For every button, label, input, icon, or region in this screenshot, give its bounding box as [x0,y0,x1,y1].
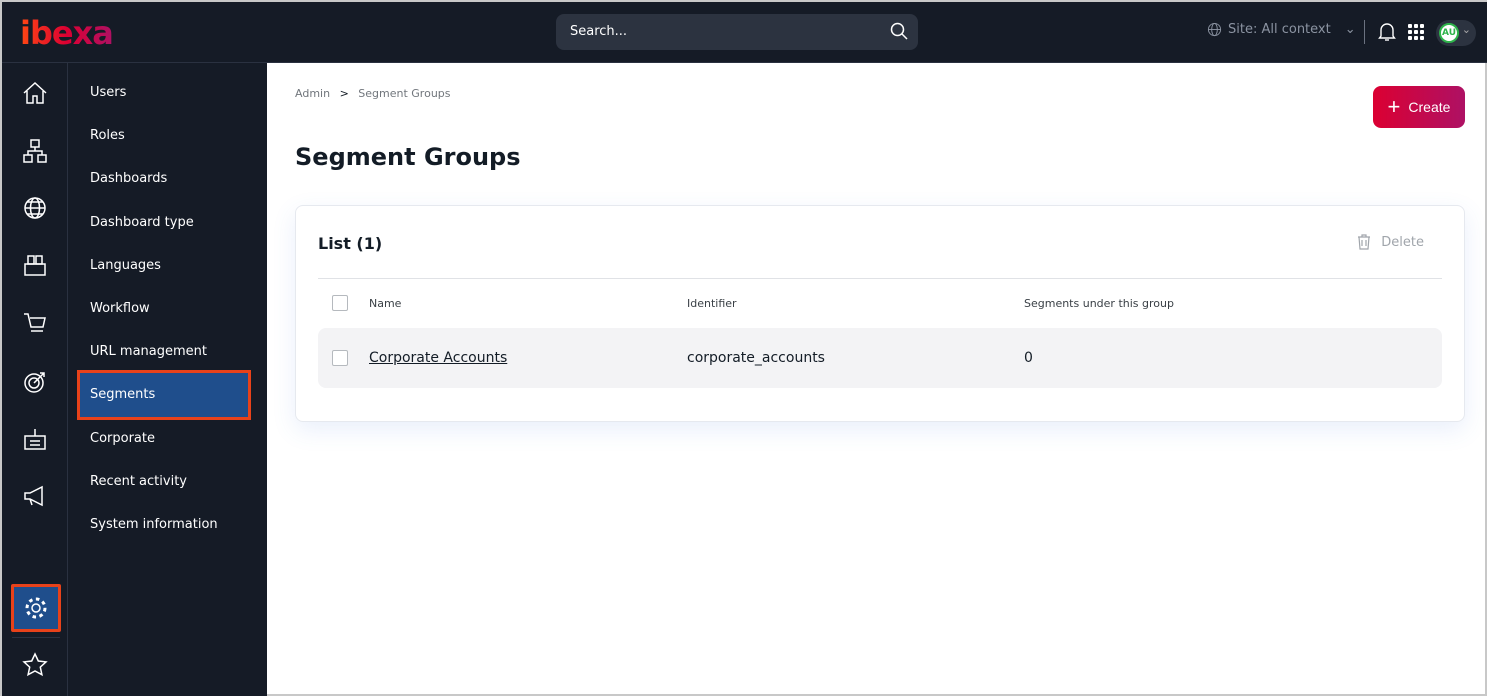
segment-groups-list: List (1) Delete Name Identifier Segments… [295,205,1465,422]
divider [12,637,60,638]
page-title: Segment Groups [295,143,521,171]
list-title: List (1) [318,234,383,253]
gear-icon [25,597,47,619]
trash-icon [1358,234,1371,250]
row-checkbox[interactable] [332,350,348,366]
submenu-item-corporate[interactable]: Corporate [90,431,155,446]
admin-button-selected[interactable] [11,584,61,632]
search-icon[interactable] [890,22,908,40]
submenu-item-dashboards[interactable]: Dashboards [90,171,167,186]
product-catalog-icon[interactable] [22,252,48,278]
main-nav-rail [2,63,68,696]
submenu-item-recent-activity[interactable]: Recent activity [90,474,187,489]
main-content: Admin > Segment Groups + Create Segment … [267,63,1485,694]
user-menu[interactable]: AU ⌄ [1436,20,1476,46]
target-icon[interactable] [22,369,48,395]
site-context-selector[interactable]: Site: All context ⌄ [1207,22,1356,37]
divider [1364,20,1365,44]
submenu-item-system-information[interactable]: System information [90,517,218,532]
home-icon[interactable] [22,80,48,106]
submenu-item-dashboard-type[interactable]: Dashboard type [90,215,194,230]
megaphone-icon[interactable] [22,483,48,509]
content-tree-icon[interactable] [22,138,48,164]
column-header-name[interactable]: Name [369,297,401,310]
select-all-checkbox[interactable] [332,295,348,311]
star-icon[interactable] [22,652,48,678]
globe-icon[interactable] [22,195,48,221]
customer-portal-icon[interactable] [22,426,48,452]
submenu-item-languages[interactable]: Languages [90,258,161,273]
avatar: AU [1439,23,1459,43]
delete-button[interactable]: Delete [1357,234,1424,250]
breadcrumb-current: Segment Groups [358,87,451,100]
submenu-item-segments[interactable]: Segments [90,387,155,402]
globe-icon [1207,22,1222,37]
breadcrumb-admin[interactable]: Admin [295,87,330,100]
column-header-identifier[interactable]: Identifier [687,297,737,310]
chevron-down-icon: ⌄ [1461,23,1471,36]
apps-grid-icon[interactable] [1408,24,1424,40]
ibexa-logo[interactable]: ibexa [20,14,114,52]
breadcrumb: Admin > Segment Groups [295,87,451,100]
bell-icon[interactable] [1378,22,1396,42]
submenu-item-roles[interactable]: Roles [90,128,125,143]
cart-icon[interactable] [22,310,48,336]
divider [318,278,1442,279]
submenu-item-workflow[interactable]: Workflow [90,301,150,316]
identifier-cell: corporate_accounts [687,350,825,366]
top-bar: ibexa Search... Site: All context ⌄ AU ⌄ [2,2,1487,63]
search-input[interactable]: Search... [556,14,918,50]
segment-group-link[interactable]: Corporate Accounts [369,350,507,366]
create-button[interactable]: + Create [1373,86,1465,128]
table-row: Corporate Accounts corporate_accounts 0 [318,328,1442,388]
submenu-item-url-management[interactable]: URL management [90,344,207,359]
chevron-down-icon: ⌄ [1344,22,1356,37]
segments-count-cell: 0 [1024,350,1033,366]
column-header-segments[interactable]: Segments under this group [1024,297,1174,310]
plus-icon: + [1387,94,1401,119]
admin-submenu: Users Roles Dashboards Dashboard type La… [68,63,267,696]
submenu-item-users[interactable]: Users [90,85,126,100]
